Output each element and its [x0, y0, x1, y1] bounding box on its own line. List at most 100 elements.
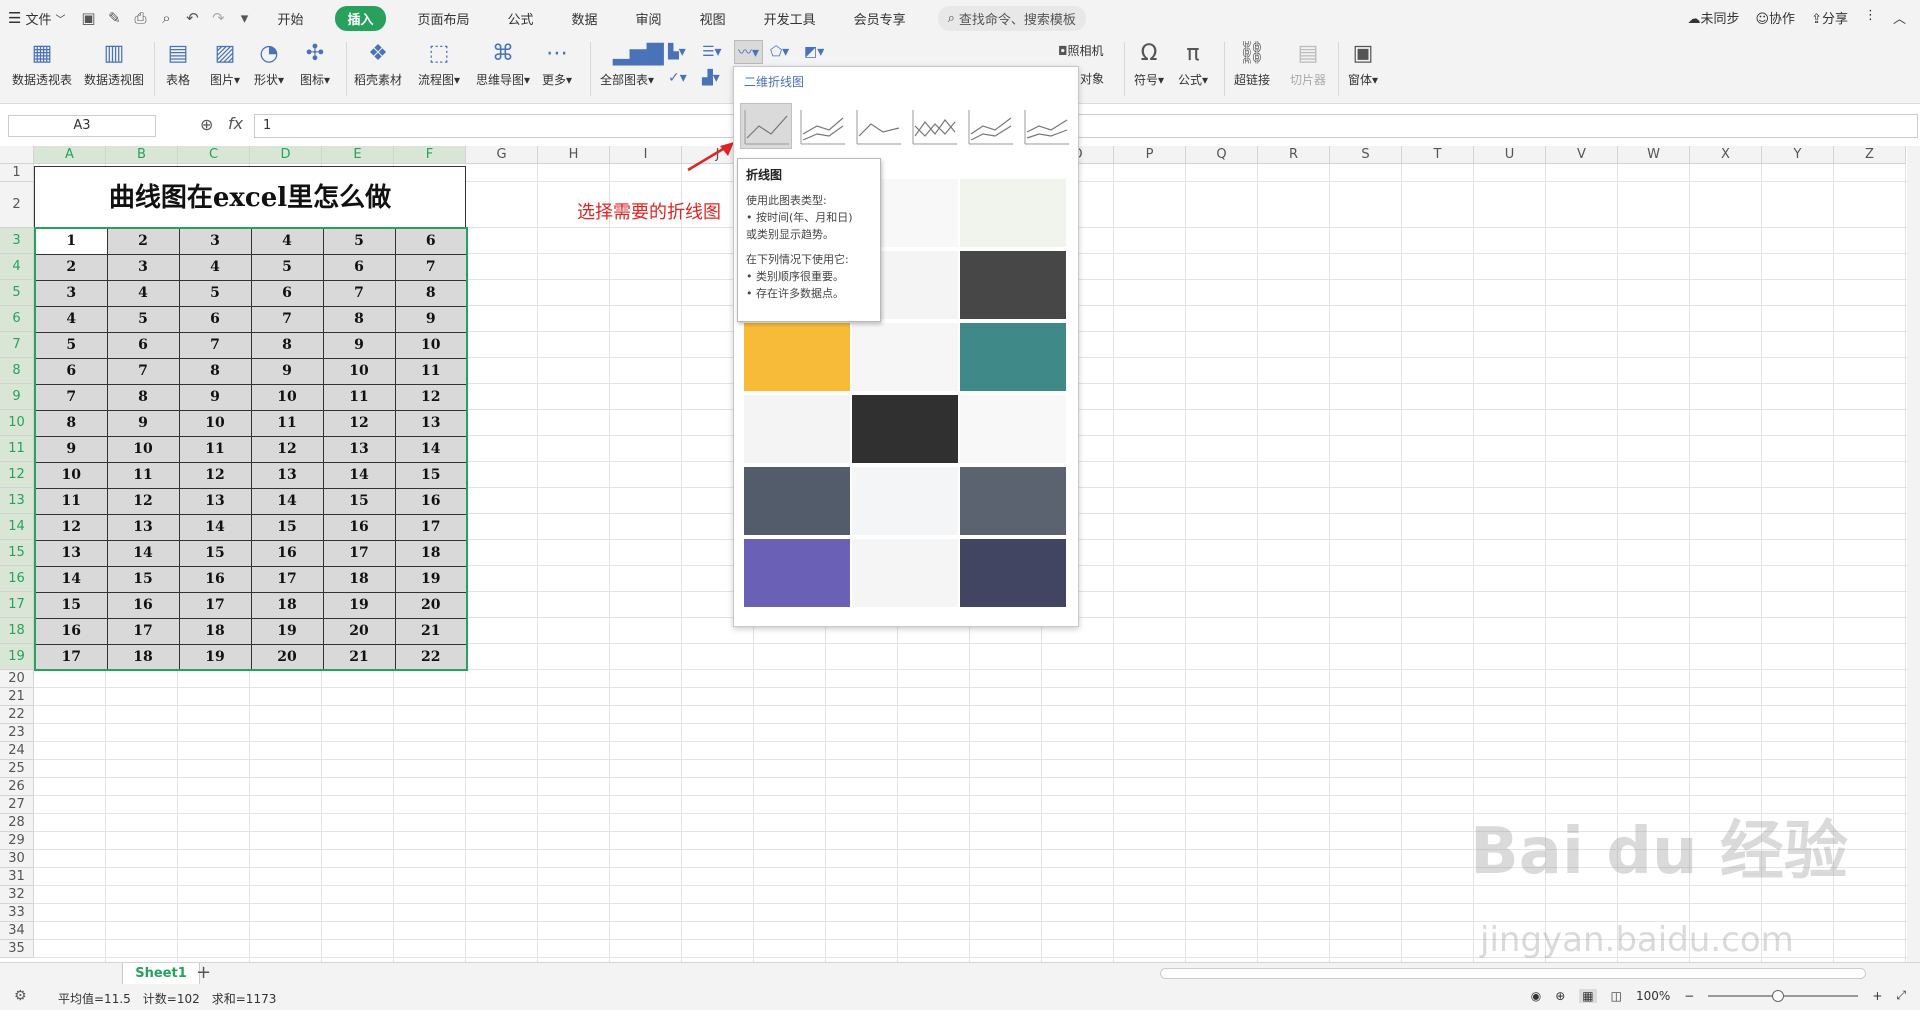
table-cell[interactable]: 16	[250, 539, 324, 567]
table-cell[interactable]: 12	[394, 383, 468, 411]
column-header[interactable]: B	[106, 146, 178, 164]
column-header[interactable]: D	[250, 146, 322, 164]
macro-icon[interactable]: ⚙	[14, 988, 27, 1004]
column-header[interactable]: I	[610, 146, 682, 164]
row-header[interactable]: 35	[0, 940, 34, 958]
chart-style-thumbnail[interactable]	[960, 251, 1066, 319]
table-cell[interactable]: 14	[178, 513, 252, 541]
row-header[interactable]: 33	[0, 904, 34, 922]
table-cell[interactable]: 15	[106, 565, 180, 593]
table-cell[interactable]: 16	[34, 617, 108, 645]
equation-button[interactable]: π 公式▾	[1178, 40, 1208, 88]
table-cell[interactable]: 6	[106, 331, 180, 359]
line-chart-type-option[interactable]	[1020, 103, 1072, 149]
undo-icon[interactable]: ↶	[183, 9, 201, 27]
page-view-icon[interactable]: ◫	[1611, 989, 1622, 1003]
line-chart-type-option[interactable]	[908, 103, 960, 149]
print-preview-icon[interactable]: ⌕	[157, 9, 175, 27]
row-header[interactable]: 3	[0, 228, 34, 254]
table-cell[interactable]: 13	[394, 409, 468, 437]
table-cell[interactable]: 4	[250, 227, 324, 255]
more-icon[interactable]: ⋮	[1864, 8, 1877, 27]
table-cell[interactable]: 11	[322, 383, 396, 411]
line-chart-icon[interactable]: 〰▾	[734, 40, 764, 64]
row-header[interactable]: 31	[0, 868, 34, 886]
tab-view[interactable]: 视图	[694, 7, 732, 30]
table-cell[interactable]: 9	[250, 357, 324, 385]
row-header[interactable]: 34	[0, 922, 34, 940]
row-header[interactable]: 20	[0, 670, 34, 688]
collaborate-button[interactable]: ☺协作	[1755, 8, 1795, 27]
add-sheet-button[interactable]: +	[196, 962, 211, 983]
camera-button[interactable]: ◘照相机	[1058, 42, 1104, 59]
table-cell[interactable]: 6	[178, 305, 252, 333]
table-cell[interactable]: 8	[394, 279, 468, 307]
all-charts-button[interactable]: ▂▅▇ 全部图表▾	[600, 40, 664, 88]
row-header[interactable]: 2	[0, 182, 34, 228]
table-cell[interactable]: 5	[178, 279, 252, 307]
zoom-slider[interactable]	[1708, 989, 1859, 1002]
tab-member[interactable]: 会员专享	[848, 7, 912, 30]
table-cell[interactable]: 11	[106, 461, 180, 489]
table-cell[interactable]: 17	[106, 617, 180, 645]
table-cell[interactable]: 12	[34, 513, 108, 541]
table-cell[interactable]: 7	[178, 331, 252, 359]
save-icon[interactable]: ▣	[79, 9, 97, 27]
table-cell[interactable]: 18	[178, 617, 252, 645]
table-cell[interactable]: 10	[250, 383, 324, 411]
column-header[interactable]: Y	[1762, 146, 1834, 164]
column-header[interactable]: A	[34, 146, 106, 164]
table-cell[interactable]: 13	[250, 461, 324, 489]
row-header[interactable]: 1	[0, 164, 34, 182]
table-cell[interactable]: 10	[394, 331, 468, 359]
chart-style-thumbnail[interactable]	[744, 323, 850, 391]
column-header[interactable]: W	[1618, 146, 1690, 164]
table-cell[interactable]: 15	[34, 591, 108, 619]
locale-icon[interactable]: ⊕	[1555, 989, 1565, 1003]
table-cell[interactable]: 16	[106, 591, 180, 619]
row-header[interactable]: 25	[0, 760, 34, 778]
table-cell[interactable]: 8	[322, 305, 396, 333]
table-cell[interactable]: 22	[394, 643, 468, 671]
table-cell[interactable]: 17	[322, 539, 396, 567]
table-cell[interactable]: 2	[106, 227, 180, 255]
row-header[interactable]: 22	[0, 706, 34, 724]
select-all-corner[interactable]	[0, 146, 34, 164]
row-header[interactable]: 9	[0, 384, 34, 410]
tab-formulas[interactable]: 公式	[502, 7, 540, 30]
redo-icon[interactable]: ↷	[209, 9, 227, 27]
table-cell[interactable]: 5	[34, 331, 108, 359]
table-cell[interactable]: 21	[322, 643, 396, 671]
file-menu[interactable]: ☰ 文件 ﹀	[8, 9, 65, 28]
zoom-search-icon[interactable]: ⊕	[200, 115, 213, 134]
chart-style-thumbnail[interactable]	[852, 467, 958, 535]
table-cell[interactable]: 7	[106, 357, 180, 385]
table-cell[interactable]: 16	[322, 513, 396, 541]
formula-input[interactable]: 1	[254, 114, 1918, 138]
table-cell[interactable]: 18	[394, 539, 468, 567]
chart-style-thumbnail[interactable]	[744, 395, 850, 463]
column-chart-icon[interactable]: ▙▾	[668, 44, 686, 60]
table-cell[interactable]: 18	[322, 565, 396, 593]
chart-style-thumbnail[interactable]	[960, 539, 1066, 607]
print-icon[interactable]: ⎙	[131, 9, 149, 27]
scatter-chart-icon[interactable]: ✓▾	[668, 70, 687, 86]
row-header[interactable]: 14	[0, 514, 34, 540]
column-header[interactable]: T	[1402, 146, 1474, 164]
table-cell[interactable]: 8	[106, 383, 180, 411]
pivot-chart-button[interactable]: ▥ 数据透视图	[84, 40, 144, 88]
table-cell[interactable]: 16	[394, 487, 468, 515]
zoom-out-icon[interactable]: −	[1684, 989, 1694, 1003]
docer-material-button[interactable]: ❖ 稻壳素材	[354, 40, 402, 88]
table-cell[interactable]: 17	[394, 513, 468, 541]
column-header[interactable]: P	[1114, 146, 1186, 164]
table-cell[interactable]: 13	[322, 435, 396, 463]
table-cell[interactable]: 10	[322, 357, 396, 385]
table-cell[interactable]: 14	[34, 565, 108, 593]
chart-style-thumbnail[interactable]	[852, 395, 958, 463]
column-header[interactable]: H	[538, 146, 610, 164]
row-header[interactable]: 11	[0, 436, 34, 462]
table-cell[interactable]: 18	[250, 591, 324, 619]
table-cell[interactable]: 19	[250, 617, 324, 645]
table-cell[interactable]: 20	[322, 617, 396, 645]
